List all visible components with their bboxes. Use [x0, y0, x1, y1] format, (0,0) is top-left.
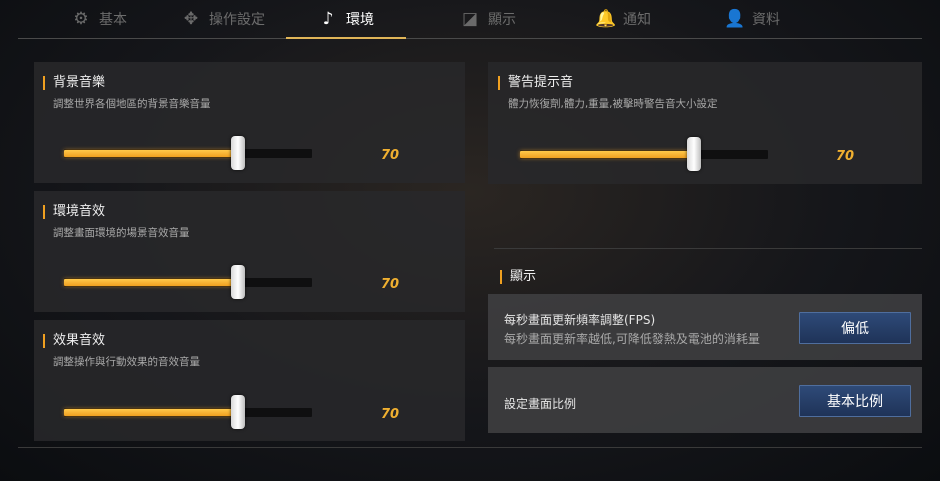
slider-handle[interactable] [230, 136, 245, 170]
screen-ratio-row: 設定畫面比例 基本比例 [488, 367, 922, 433]
tab-display[interactable]: ◪ 顯示 [438, 0, 538, 38]
profile-icon: 👤 [724, 9, 746, 29]
slider-fill [520, 151, 694, 158]
tab-controls[interactable]: ✥ 操作設定 [168, 0, 278, 38]
slider-handle[interactable] [230, 395, 245, 429]
tab-label: 顯示 [488, 12, 516, 28]
slider-handle[interactable] [230, 265, 245, 299]
tab-label: 操作設定 [209, 12, 265, 28]
slider-handle[interactable] [686, 137, 701, 171]
panel-title: 環境音效 [43, 205, 105, 219]
music-note-icon: ♪ [322, 9, 334, 29]
tab-label: 通知 [623, 12, 651, 28]
fps-setting-row: 每秒畫面更新頻率調整(FPS) 每秒畫面更新率越低,可降低發熱及電池的消耗量 偏… [488, 294, 922, 360]
display-section-title: 顯示 [500, 270, 536, 284]
controller-icon: ✥ [183, 9, 199, 29]
panel-title: 警告提示音 [498, 76, 573, 90]
warning-volume-slider[interactable] [520, 137, 768, 171]
tab-label: 資料 [752, 12, 780, 28]
bell-icon: 🔔 [595, 9, 617, 29]
bgm-volume-panel: 背景音樂 調整世界各個地區的背景音樂音量 70 [34, 62, 465, 183]
bottom-divider [18, 447, 922, 448]
bgm-volume-value: 70 [381, 148, 400, 163]
slider-fill [64, 150, 238, 157]
tab-notification[interactable]: 🔔 通知 [573, 0, 673, 38]
tab-label: 環境 [346, 12, 374, 28]
effect-volume-value: 70 [381, 407, 400, 422]
tab-basic[interactable]: ⚙ 基本 [54, 0, 144, 38]
panel-description: 調整操作與行動效果的音效音量 [53, 356, 200, 368]
screen-ratio-label: 設定畫面比例 [504, 397, 577, 411]
fps-select-button[interactable]: 偏低 [799, 312, 911, 344]
panel-description: 調整世界各個地區的背景音樂音量 [53, 98, 211, 110]
tab-label: 基本 [99, 12, 127, 28]
panel-description: 體力恢復劑,體力,重量,被擊時警告音大小設定 [508, 98, 718, 110]
ambient-volume-panel: 環境音效 調整畫面環境的場景音效音量 70 [34, 191, 465, 312]
screen-ratio-button[interactable]: 基本比例 [799, 385, 911, 417]
effect-volume-slider[interactable] [64, 395, 312, 429]
gear-icon: ⚙ [73, 9, 89, 29]
tab-environment[interactable]: ♪ 環境 [286, 0, 406, 39]
panel-title: 背景音樂 [43, 76, 105, 90]
slider-fill [64, 409, 238, 416]
tab-data[interactable]: 👤 資料 [702, 0, 802, 38]
warning-volume-panel: 警告提示音 體力恢復劑,體力,重量,被擊時警告音大小設定 70 [488, 62, 922, 184]
section-divider [494, 248, 922, 249]
fps-description: 每秒畫面更新率越低,可降低發熱及電池的消耗量 [504, 332, 760, 346]
warning-volume-value: 70 [836, 149, 855, 164]
panel-title: 效果音效 [43, 334, 105, 348]
panel-description: 調整畫面環境的場景音效音量 [53, 227, 190, 239]
effect-volume-panel: 效果音效 調整操作與行動效果的音效音量 70 [34, 320, 465, 441]
bgm-volume-slider[interactable] [64, 136, 312, 170]
fps-label: 每秒畫面更新頻率調整(FPS) [504, 313, 656, 327]
ambient-volume-value: 70 [381, 277, 400, 292]
ambient-volume-slider[interactable] [64, 265, 312, 299]
display-icon: ◪ [461, 9, 479, 29]
settings-tab-bar: ⚙ 基本 ✥ 操作設定 ♪ 環境 ◪ 顯示 🔔 通知 👤 資料 [18, 0, 922, 39]
slider-fill [64, 279, 238, 286]
